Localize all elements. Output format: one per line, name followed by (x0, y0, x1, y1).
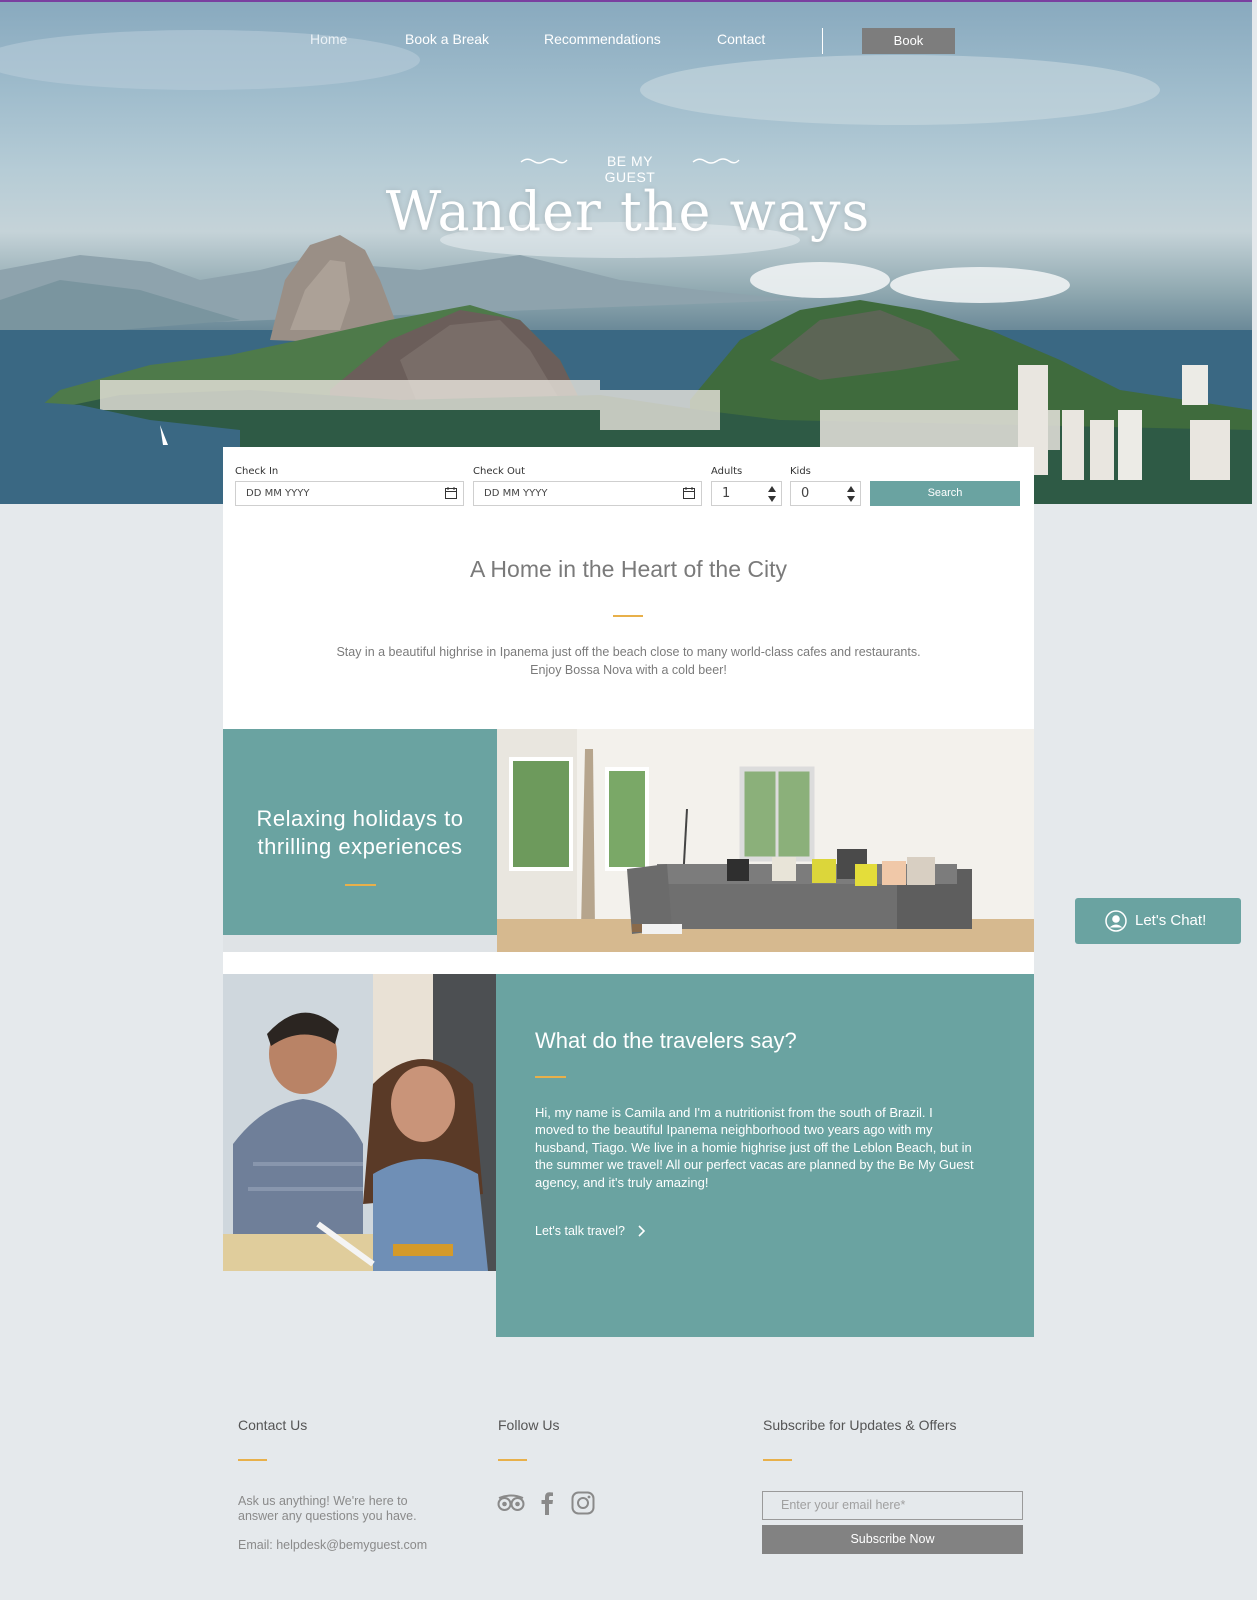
feature-divider (345, 884, 376, 886)
hero-title: Wander the ways (385, 180, 871, 243)
top-accent-line (0, 0, 1252, 2)
user-avatar-icon (1105, 910, 1127, 932)
intro-title: A Home in the Heart of the City (469, 556, 788, 582)
tripadvisor-icon[interactable] (497, 1491, 525, 1515)
intro-line-1: Stay in a beautiful highrise in Ipanema … (336, 645, 921, 659)
testimonial-text: Hi, my name is Camila and I'm a nutritio… (535, 1105, 974, 1190)
check-in-placeholder: DD MM YYYY (246, 488, 310, 499)
follow-heading: Follow Us (498, 1417, 560, 1433)
contact-text: Ask us anything! We're here to answer an… (238, 1494, 458, 1524)
kids-stepper[interactable]: 0 (790, 481, 861, 506)
travelers-photo (223, 974, 496, 1271)
adults-label: Adults (711, 466, 743, 477)
hero-eyebrow: BE MY GUEST (520, 153, 740, 185)
adults-value: 1 (722, 486, 731, 501)
chat-button-label: Let's Chat! (1135, 912, 1207, 929)
contact-line-2: answer any questions you have. (238, 1509, 417, 1523)
kids-value: 0 (801, 486, 810, 501)
check-out-field[interactable]: DD MM YYYY (473, 481, 702, 506)
subscribe-heading: Subscribe for Updates & Offers (763, 1417, 957, 1433)
testimonial-divider (535, 1076, 566, 1078)
adults-stepper[interactable]: 1 (711, 481, 782, 506)
nav-item-home[interactable]: Home (310, 31, 347, 47)
contact-line-1: Ask us anything! We're here to (238, 1494, 408, 1508)
subscribe-divider (763, 1459, 792, 1461)
wave-ornament-left-icon (520, 158, 568, 164)
chat-button[interactable]: Let's Chat! (1075, 898, 1241, 944)
stepper-arrows-icon[interactable] (847, 485, 855, 503)
check-in-field[interactable]: DD MM YYYY (235, 481, 464, 506)
email-field[interactable]: Enter your email here* (762, 1491, 1023, 1520)
talk-travel-link[interactable]: Let's talk travel? (535, 1224, 625, 1238)
wave-ornament-right-icon (692, 158, 740, 164)
calendar-icon[interactable] (683, 487, 695, 499)
search-button[interactable]: Search (870, 481, 1020, 506)
kids-label: Kids (790, 466, 811, 477)
feature-title-line-2: thrilling experiences (257, 834, 463, 859)
check-out-placeholder: DD MM YYYY (484, 488, 548, 499)
check-in-label: Check In (235, 466, 279, 477)
nav-divider (822, 28, 823, 54)
testimonial-title: What do the travelers say? (535, 1028, 797, 1053)
living-room-image (497, 729, 1034, 952)
stepper-arrows-icon[interactable] (768, 485, 776, 503)
contact-heading: Contact Us (238, 1417, 308, 1433)
contact-divider (238, 1459, 267, 1461)
facebook-icon[interactable] (538, 1491, 556, 1515)
calendar-icon[interactable] (445, 487, 457, 499)
book-button[interactable]: Book (862, 28, 955, 54)
feature-title: Relaxing holidays to thrilling experienc… (223, 805, 497, 861)
nav-item-book-a-break[interactable]: Book a Break (405, 31, 489, 47)
nav-item-recommendations[interactable]: Recommendations (544, 31, 661, 47)
intro-divider (613, 615, 643, 617)
intro-line-2: Enjoy Bossa Nova with a cold beer! (530, 663, 727, 677)
nav-item-contact[interactable]: Contact (717, 31, 765, 47)
intro-description: Stay in a beautiful highrise in Ipanema … (223, 643, 1034, 679)
section-spacer (223, 952, 1034, 974)
hero-banner (0, 0, 1252, 504)
instagram-icon[interactable] (571, 1491, 595, 1515)
chevron-right-icon[interactable] (637, 1225, 645, 1237)
hero-landscape-image (0, 30, 1252, 504)
check-out-label: Check Out (473, 466, 526, 477)
feature-panel-footer (223, 935, 497, 952)
feature-title-line-1: Relaxing holidays to (256, 806, 464, 831)
booking-form: Check In DD MM YYYY Check Out DD MM YYYY… (223, 447, 1034, 729)
follow-divider (498, 1459, 527, 1461)
contact-email[interactable]: Email: helpdesk@bemyguest.com (238, 1538, 427, 1553)
subscribe-button[interactable]: Subscribe Now (762, 1525, 1023, 1554)
